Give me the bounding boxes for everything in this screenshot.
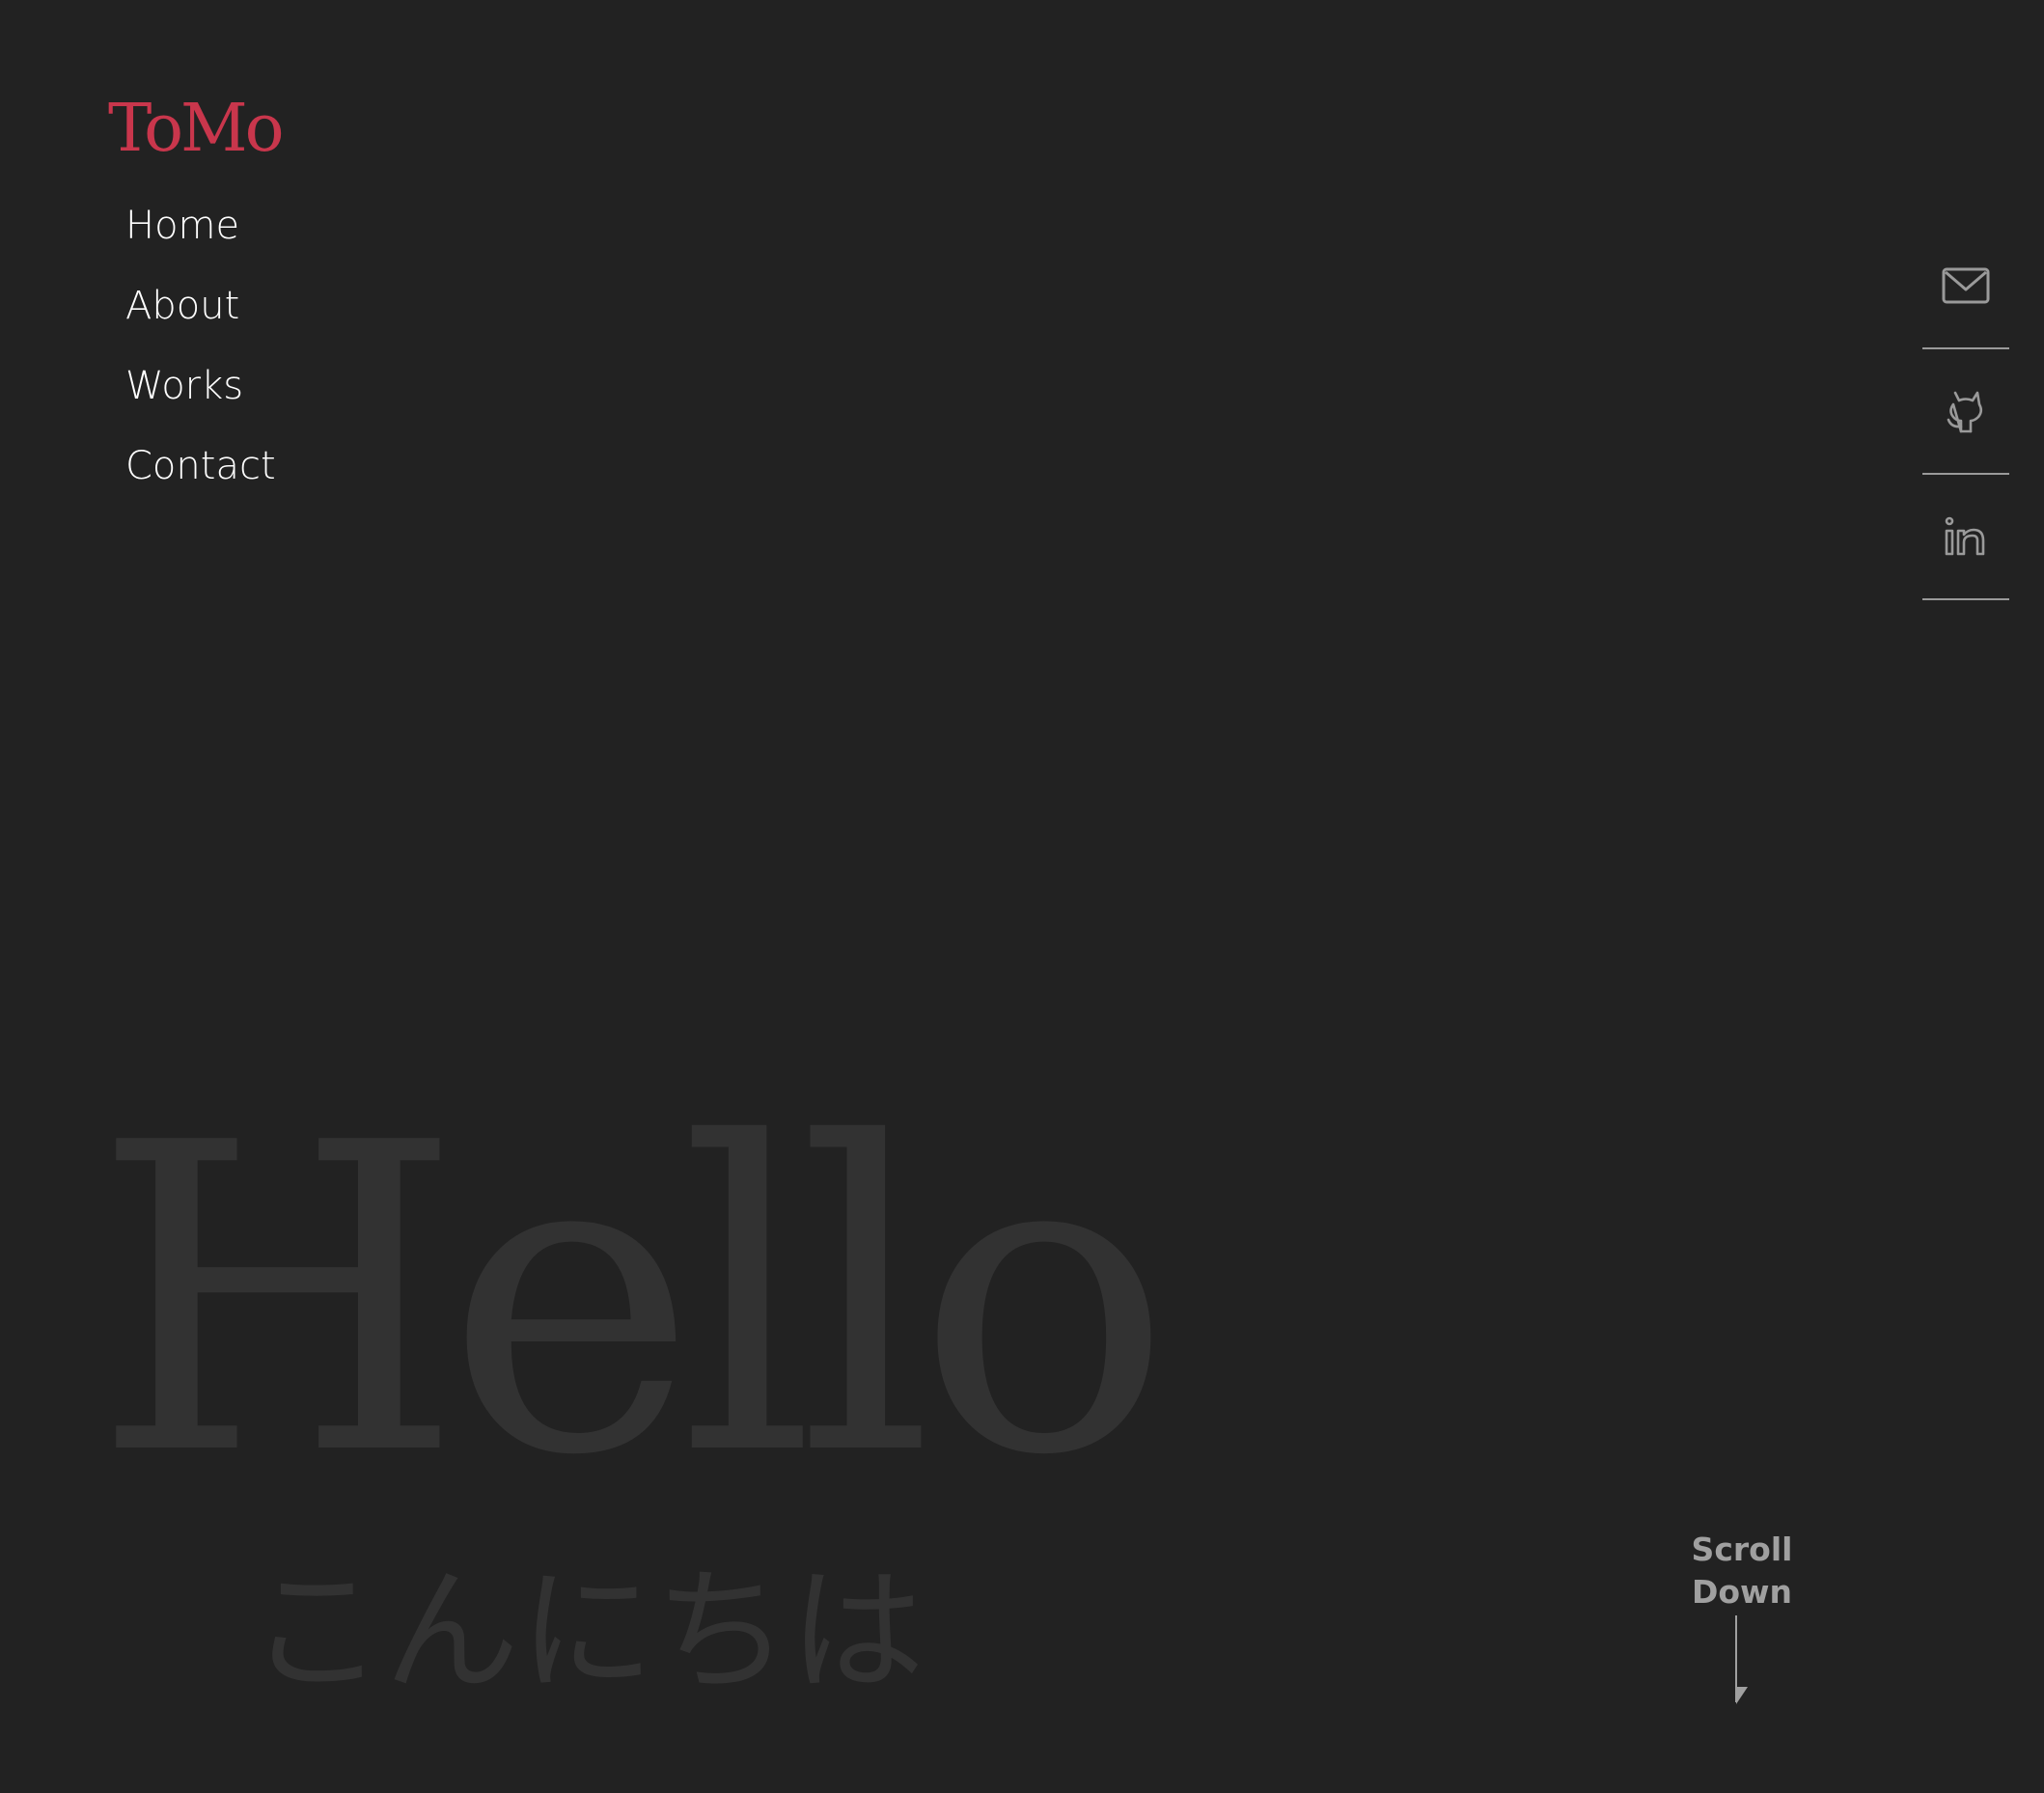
social-links [1922,224,2009,600]
nav-item-works[interactable]: Works [125,357,276,437]
mail-icon [1942,267,1990,304]
hero-subtitle: こんにちは [249,1554,925,1711]
site-logo[interactable]: ToMo [108,91,285,168]
scroll-down-label[interactable]: Scroll Down [1641,1529,1843,1614]
nav-item-contact[interactable]: Contact [125,437,276,517]
linkedin-link[interactable] [1922,475,2009,600]
hero-title: Hello [93,1054,1172,1548]
down-arrow-icon[interactable] [1727,1614,1751,1706]
linkedin-icon [1945,516,1985,556]
github-icon [1947,391,1983,433]
nav-item-home[interactable]: Home [125,197,276,277]
main-nav: Home About Works Contact [125,197,276,517]
nav-item-about[interactable]: About [125,277,276,357]
mail-link[interactable] [1922,224,2009,349]
github-link[interactable] [1922,349,2009,475]
